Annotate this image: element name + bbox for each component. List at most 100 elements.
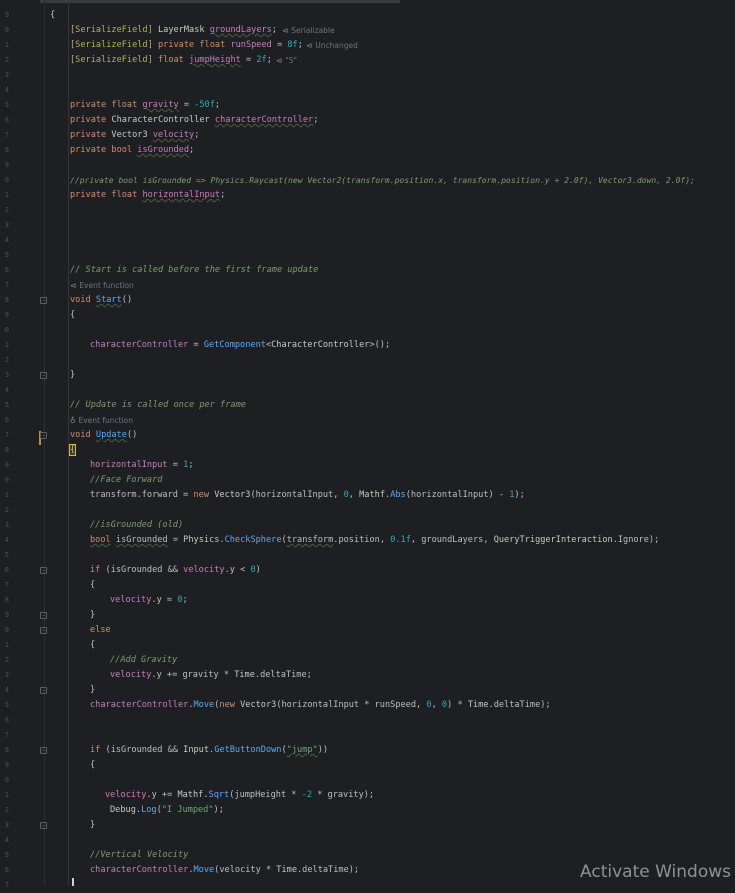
line-number: 1 [4,191,9,199]
scroll-header-strip [40,0,400,3]
line-number: 1 [4,341,9,349]
line-number: 5 [4,851,9,859]
line-number: 8 [4,146,9,154]
line-number: 7 [4,281,9,289]
code-line[interactable]: private bool isGrounded; [70,143,194,158]
code-line[interactable]: { [70,308,75,323]
unity-serializable-icon: ⊲ [306,41,313,50]
code-line[interactable]: horizontalInput = 1; [90,458,194,473]
line-number: 2 [4,356,9,364]
line-number: 7 [4,431,9,439]
code-line[interactable]: //Face Forward [90,473,162,488]
code-line[interactable]: bool isGrounded = Physics.CheckSphere(tr… [90,533,659,548]
code-line[interactable]: } [90,683,95,698]
line-number: 6 [4,266,9,274]
unity-event-icon: ⊲ [70,281,77,290]
code-line[interactable]: private float horizontalInput; [70,188,225,203]
activate-windows-watermark: Activate Windows [580,862,731,882]
fold-toggle-icon[interactable]: - [40,432,47,439]
line-number: 0 [4,776,9,784]
line-number: 5 [4,251,9,259]
line-number: 3 [4,71,9,79]
code-line[interactable]: void Update() [70,428,137,443]
code-line[interactable]: // Start is called before the first fram… [70,263,318,278]
code-line[interactable]: //Add Gravity [110,653,177,668]
code-line[interactable]: { [90,758,95,773]
line-number: 1 [4,491,9,499]
code-line[interactable]: [SerializeField] float jumpHeight = 2f; [70,53,272,68]
code-line[interactable]: } [90,818,95,833]
inlay-hint: ⊲ Serializable [282,26,335,35]
fold-toggle-icon[interactable]: - [40,372,47,379]
inlay-hint: ⊲ Unchanged [306,41,358,50]
fold-toggle-icon[interactable]: - [40,747,47,754]
line-number: 2 [4,206,9,214]
fold-toggle-icon[interactable]: - [40,822,47,829]
line-number: 5 [4,101,9,109]
line-number: 8 [4,296,9,304]
fold-toggle-icon[interactable]: - [40,297,47,304]
code-line[interactable]: } [90,608,95,623]
inlay-hint: ⊲ Event function [70,281,134,290]
fold-toggle-icon[interactable]: - [40,687,47,694]
code-line[interactable]: velocity.y += Mathf.Sqrt(jumpHeight * -2… [105,788,374,803]
fold-toggle-icon[interactable]: - [40,567,47,574]
code-line[interactable]: [SerializeField] private float runSpeed … [70,38,303,53]
code-line[interactable]: private float gravity = -50f; [70,98,220,113]
line-number: 0 [4,26,9,34]
line-number: 9 [4,761,9,769]
line-number: 6 [4,716,9,724]
code-line[interactable]: private CharacterController characterCon… [70,113,318,128]
line-number: 9 [4,611,9,619]
line-number: 2 [4,506,9,514]
line-number: 0 [4,326,9,334]
line-number: 8 [4,596,9,604]
code-line[interactable]: if (isGrounded && Input.GetButtonDown("j… [90,743,328,758]
line-number: 8 [4,446,9,454]
line-number: 6 [4,866,9,874]
line-number: 7 [4,131,9,139]
code-line[interactable]: if (isGrounded && velocity.y < 0) [90,563,261,578]
unity-serializable-icon: ⊲ [282,26,289,35]
code-line[interactable]: transform.forward = new Vector3(horizont… [90,488,525,503]
line-number: 2 [4,56,9,64]
code-line[interactable]: [SerializeField] LayerMask groundLayers; [70,23,277,38]
line-number: 1 [4,641,9,649]
line-number: 5 [4,551,9,559]
fold-toggle-icon[interactable]: - [40,612,47,619]
code-line[interactable]: //isGrounded (old) [90,518,183,533]
inlay-hint: ⊲ "5" [276,56,297,65]
code-line[interactable]: velocity.y = 0; [110,593,188,608]
code-line[interactable]: { [90,638,95,653]
line-number: 2 [4,656,9,664]
code-line[interactable]: } [70,368,75,383]
line-number: 4 [4,236,9,244]
line-number: 1 [4,41,9,49]
code-line[interactable]: characterController.Move(velocity * Time… [90,863,359,878]
code-line[interactable]: else [90,623,111,638]
code-line[interactable]: // Update is called once per frame [70,398,246,413]
text-cursor [72,878,74,886]
code-line[interactable]: //Vertical Velocity [90,848,188,863]
code-line[interactable]: void Start() [70,293,132,308]
code-line[interactable]: velocity.y += gravity * Time.deltaTime; [110,668,312,683]
line-number: 9 [4,311,9,319]
code-line[interactable]: { [90,578,95,593]
code-line[interactable]: characterController = GetComponent<Chara… [90,338,390,353]
line-number: 3 [4,821,9,829]
line-number: 7 [4,731,9,739]
line-number: 2 [4,806,9,814]
code-line[interactable]: characterController.Move(new Vector3(hor… [90,698,551,713]
line-number: 6 [4,116,9,124]
line-number: 6 [4,416,9,424]
line-number: 3 [4,221,9,229]
code-line[interactable]: //private bool isGrounded => Physics.Ray… [70,173,695,188]
fold-toggle-icon[interactable]: - [40,627,47,634]
code-line[interactable]: private Vector3 velocity; [70,128,199,143]
line-number: 6 [4,566,9,574]
line-number: 0 [4,176,9,184]
code-line[interactable]: { [68,443,77,458]
code-line[interactable]: Debug.Log("I Jumped"); [110,803,224,818]
line-number: 4 [4,536,9,544]
code-line[interactable]: { [50,8,55,23]
